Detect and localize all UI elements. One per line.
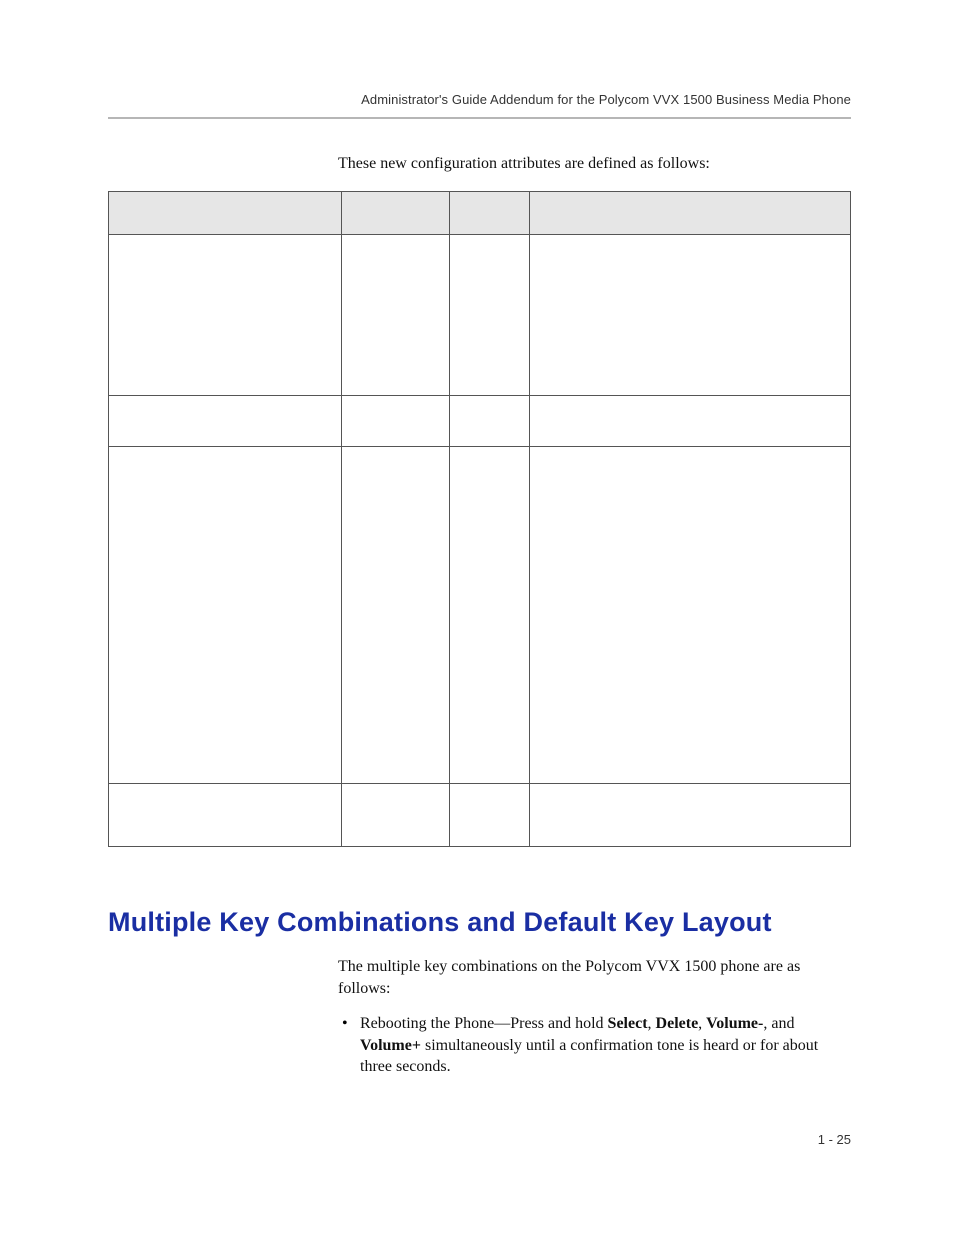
header-rule xyxy=(108,117,851,119)
sep: , xyxy=(648,1015,656,1032)
table-header-cell xyxy=(341,192,449,235)
running-header: Administrator's Guide Addendum for the P… xyxy=(108,92,851,107)
sep: , and xyxy=(763,1015,794,1032)
bullet-list: Rebooting the Phone—Press and hold Selec… xyxy=(338,1013,851,1078)
intro-paragraph: These new configuration attributes are d… xyxy=(338,155,851,173)
table-cell xyxy=(341,396,449,447)
table-header-row xyxy=(109,192,851,235)
table-header-cell xyxy=(109,192,342,235)
section-heading: Multiple Key Combinations and Default Ke… xyxy=(108,907,851,938)
table-cell xyxy=(109,235,342,396)
table-cell xyxy=(529,447,850,784)
keyword-volume-plus: Volume+ xyxy=(360,1037,421,1054)
keyword-delete: Delete xyxy=(656,1015,699,1032)
section-body: The multiple key combinations on the Pol… xyxy=(338,956,851,1078)
keyword-volume-minus: Volume- xyxy=(706,1015,763,1032)
table-row xyxy=(109,784,851,847)
table-row xyxy=(109,396,851,447)
table-cell xyxy=(341,447,449,784)
table-cell xyxy=(109,784,342,847)
table-cell xyxy=(341,235,449,396)
table-cell xyxy=(449,447,529,784)
table-cell xyxy=(529,235,850,396)
table-cell xyxy=(109,447,342,784)
config-attributes-table xyxy=(108,191,851,847)
table-cell xyxy=(529,396,850,447)
list-item: Rebooting the Phone—Press and hold Selec… xyxy=(338,1013,851,1078)
table-cell xyxy=(449,396,529,447)
table-cell xyxy=(449,784,529,847)
table-row xyxy=(109,235,851,396)
table-row xyxy=(109,447,851,784)
page-number: 1 - 25 xyxy=(818,1132,851,1147)
bullet-text: Rebooting the Phone—Press and hold xyxy=(360,1015,608,1032)
bullet-text: simultaneously until a confirmation tone… xyxy=(360,1037,818,1076)
table-header-cell xyxy=(529,192,850,235)
section-paragraph: The multiple key combinations on the Pol… xyxy=(338,956,851,999)
keyword-select: Select xyxy=(608,1015,648,1032)
table-cell xyxy=(529,784,850,847)
page: Administrator's Guide Addendum for the P… xyxy=(0,0,954,1235)
table-cell xyxy=(109,396,342,447)
table-header-cell xyxy=(449,192,529,235)
sep: , xyxy=(698,1015,706,1032)
table-cell xyxy=(341,784,449,847)
table-cell xyxy=(449,235,529,396)
